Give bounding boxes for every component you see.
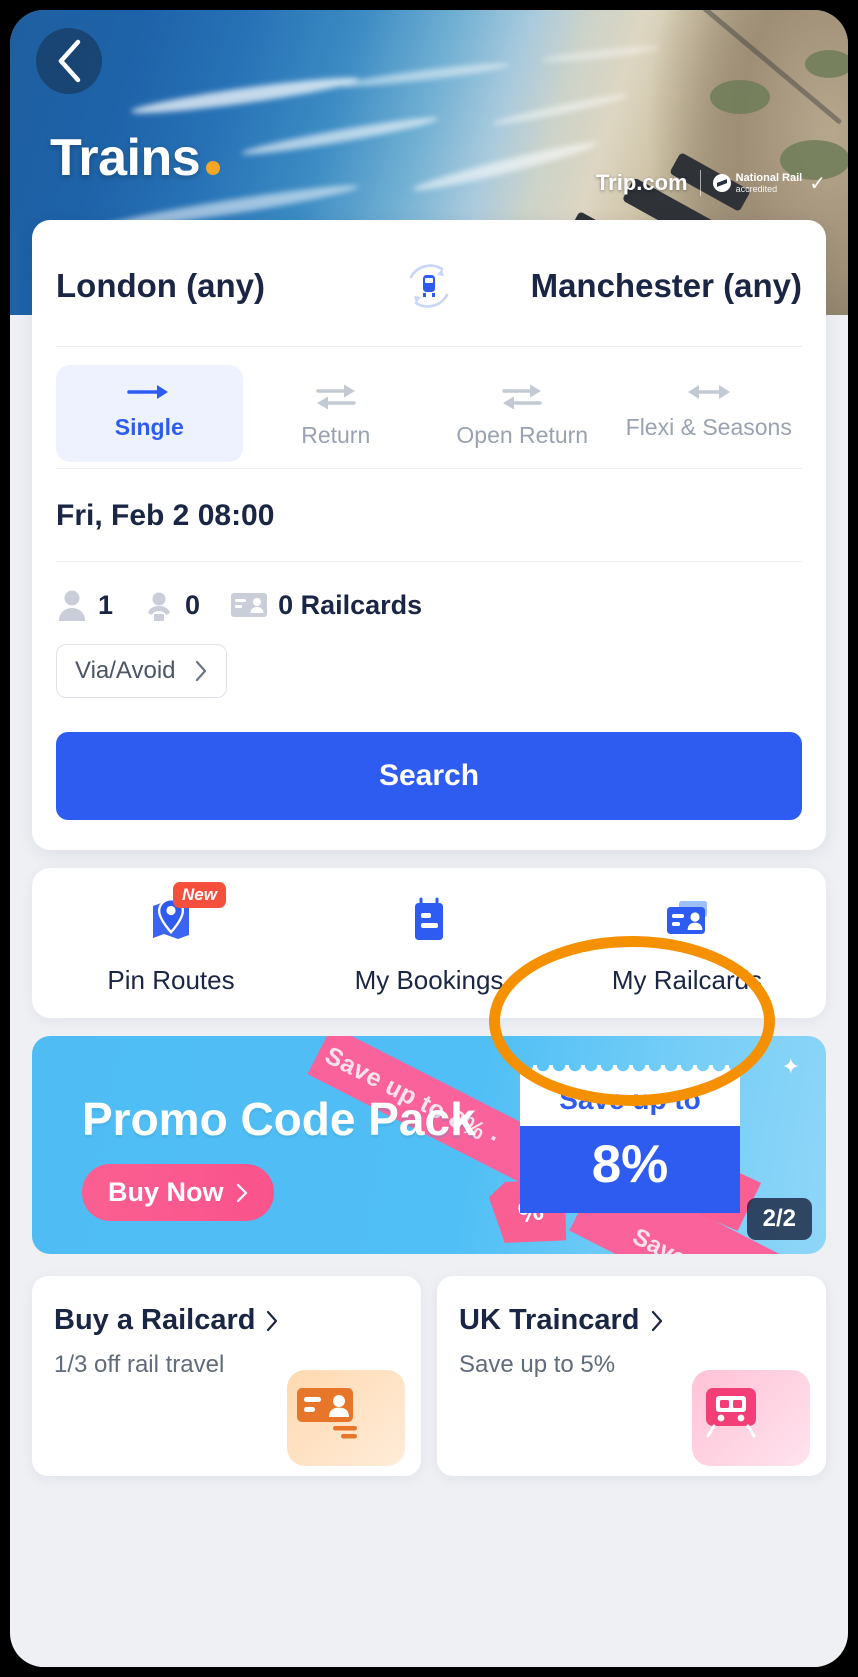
railcards-count[interactable]: 0 Railcards [230, 590, 422, 621]
arrows-exchange-icon [316, 384, 356, 410]
arrows-exchange-icon [502, 384, 542, 410]
pin-routes-icon-wrap: New [147, 882, 226, 949]
arrow-right-icon [127, 385, 169, 399]
swap-train-icon [409, 264, 449, 308]
ticket-discount-value: 8% [520, 1126, 740, 1214]
traincard-art-icon [706, 1388, 756, 1438]
vegetation-decoration [710, 80, 770, 114]
railcard-art-icon [297, 1388, 357, 1439]
buy-now-button[interactable]: Buy Now [82, 1164, 274, 1222]
search-card: London (any) Manchester (any) Single Ret… [32, 220, 826, 851]
via-avoid-label: Via/Avoid [75, 657, 176, 685]
my-bookings-icon-wrap [405, 894, 453, 949]
check-mark-icon: ✓ [809, 172, 826, 195]
id-card-icon [667, 901, 707, 935]
quick-action-my-railcards[interactable]: My Railcards [558, 894, 816, 996]
page-title: Trains [50, 128, 221, 188]
adults-count[interactable]: 1 [56, 588, 113, 622]
national-rail-badge-icon [712, 174, 731, 192]
traincard-art [692, 1370, 810, 1467]
national-rail-text: National Rail accredited [735, 171, 803, 195]
swap-stations-button[interactable] [397, 254, 461, 318]
sparkle-icon: ✦ [781, 1054, 800, 1080]
date-field[interactable]: Fri, Feb 2 08:00 [56, 469, 802, 561]
new-badge: New [173, 882, 226, 909]
trip-type-tabs: Single Return Open Return Flexi & Season… [56, 347, 802, 468]
railcards-value: 0 Railcards [278, 589, 423, 620]
card-title: Buy a Railcard [54, 1304, 399, 1337]
buy-now-label: Buy Now [108, 1177, 224, 1208]
trip-type-tab-return[interactable]: Return [243, 365, 430, 462]
brand-divider [699, 170, 701, 196]
bottom-cards-row: Buy a Railcard 1/3 off rail travel UK Tr… [32, 1276, 826, 1477]
card-title-text: UK Traincard [459, 1304, 640, 1337]
buy-a-railcard-card[interactable]: Buy a Railcard 1/3 off rail travel [32, 1276, 421, 1477]
search-button[interactable]: Search [56, 732, 802, 821]
children-count[interactable]: 0 [143, 588, 200, 622]
promo-page-counter: 2/2 [746, 1198, 812, 1241]
origin-field[interactable]: London (any) [56, 265, 397, 306]
ticket-top-label: Save up to [520, 1065, 740, 1127]
trip-type-label: Flexi & Seasons [625, 414, 792, 440]
quick-action-label: My Railcards [611, 965, 763, 996]
promo-title: Promo Code Pack [82, 1093, 476, 1146]
chevron-right-icon [195, 661, 206, 682]
trip-type-label: Open Return [456, 422, 589, 448]
children-value: 0 [185, 589, 201, 620]
railcard-icon [231, 593, 268, 618]
title-dot-icon [206, 161, 221, 175]
bottom-strip [10, 1653, 848, 1667]
card-title: UK Traincard [459, 1304, 804, 1337]
adult-icon [59, 590, 85, 622]
national-rail-logo: National Rail accredited ✓ [712, 171, 826, 196]
card-title-text: Buy a Railcard [54, 1304, 256, 1337]
quick-action-my-bookings[interactable]: My Bookings [300, 894, 558, 996]
trip-type-tab-open-return[interactable]: Open Return [429, 365, 616, 462]
railcard-art [287, 1370, 405, 1467]
trip-type-label: Single [114, 414, 184, 440]
trip-com-logo: Trip.com [595, 170, 688, 195]
uk-traincard-card[interactable]: UK Traincard Save up to 5% [437, 1276, 826, 1477]
promo-ticket: Save up to 8% [520, 1065, 740, 1214]
quick-actions-card: New Pin Routes My Bookings My Railcards [32, 868, 826, 1019]
my-railcards-icon-wrap [661, 894, 713, 949]
destination-field[interactable]: Manchester (any) [461, 265, 802, 306]
quick-action-label: Pin Routes [107, 965, 235, 996]
adults-value: 1 [98, 589, 114, 620]
phone-screen: Trains Trip.com National Rail accredited… [10, 10, 848, 1667]
back-button[interactable] [36, 28, 102, 94]
brand-logos: Trip.com National Rail accredited ✓ [596, 170, 826, 196]
via-avoid-button[interactable]: Via/Avoid [56, 644, 227, 699]
trip-type-tab-single[interactable]: Single [56, 365, 243, 463]
arrows-left-right-icon [687, 385, 730, 399]
child-icon [148, 592, 171, 622]
chevron-left-icon [58, 39, 81, 83]
trip-type-label: Return [301, 422, 371, 448]
chevron-right-icon [267, 1310, 278, 1331]
quick-action-label: My Bookings [354, 965, 504, 996]
clipboard-icon [415, 897, 443, 941]
vegetation-decoration [805, 50, 848, 78]
quick-action-pin-routes[interactable]: New Pin Routes [42, 882, 300, 996]
chevron-right-icon [236, 1183, 247, 1202]
origin-destination-row: London (any) Manchester (any) [56, 254, 802, 346]
trip-type-tab-flexi-seasons[interactable]: Flexi & Seasons [616, 365, 803, 462]
promo-banner[interactable]: Save up to 8% · Save up to 8% ✦ Promo Co… [32, 1036, 826, 1255]
chevron-right-icon [651, 1310, 662, 1331]
passengers-field[interactable]: 1 0 0 Railcards [56, 562, 802, 644]
page-title-text: Trains [50, 129, 201, 187]
